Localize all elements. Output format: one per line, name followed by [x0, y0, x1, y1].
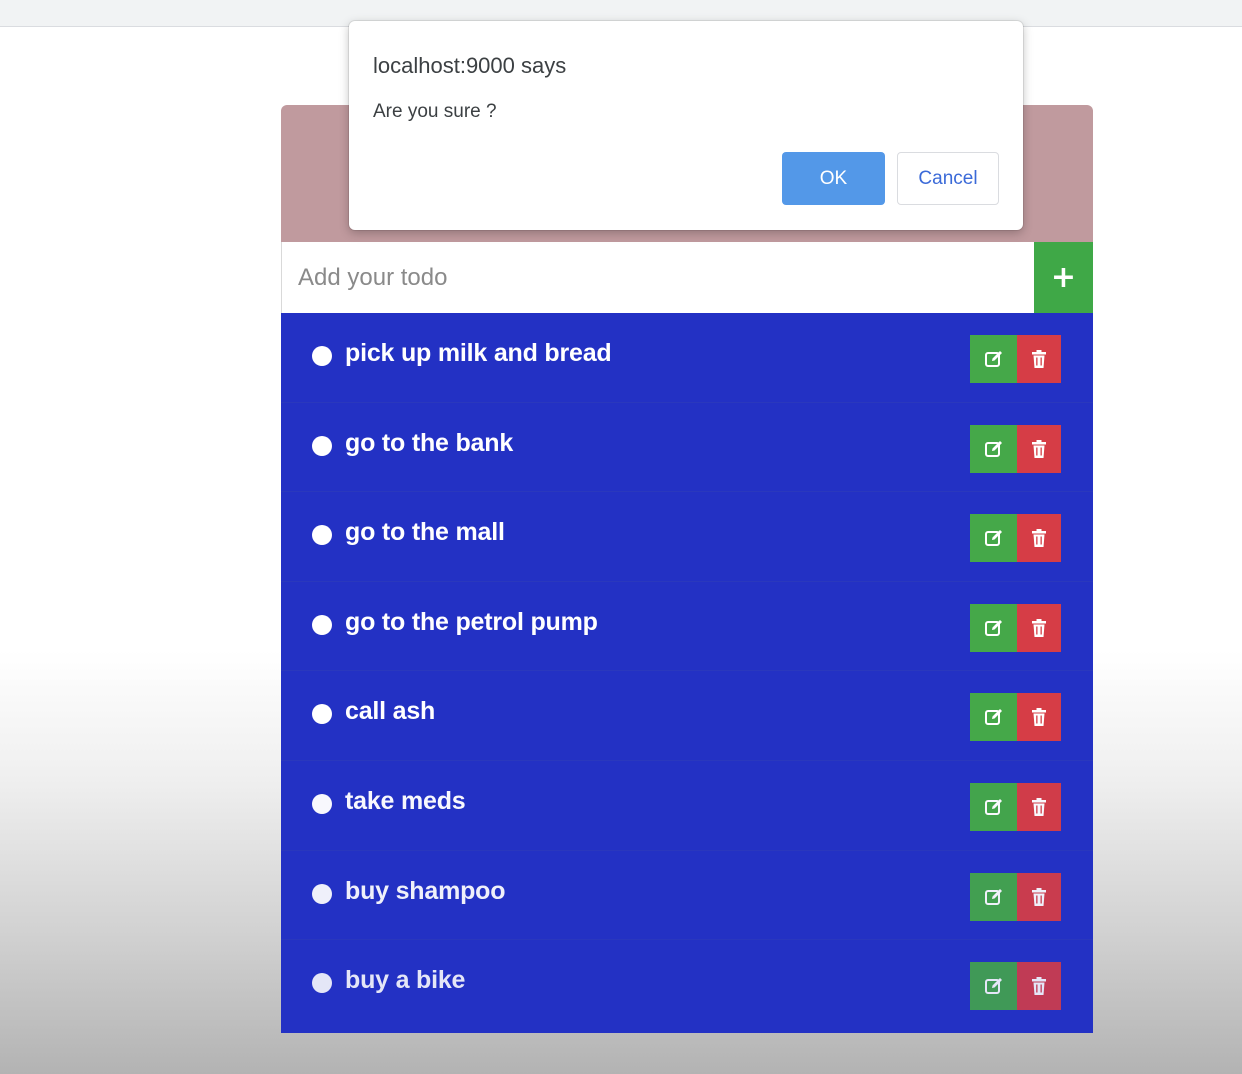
delete-button[interactable] [1017, 693, 1061, 742]
todo-text: call ash [345, 697, 436, 726]
todo-text: go to the bank [345, 428, 514, 457]
edit-button[interactable] [970, 782, 1017, 831]
trash-icon [1032, 887, 1046, 906]
edit-icon [984, 888, 1002, 905]
edit-button[interactable] [970, 693, 1017, 742]
item-actions [970, 693, 1061, 742]
bullet-icon [312, 346, 332, 366]
dialog-message: Are you sure ? [373, 101, 497, 122]
edit-button[interactable] [970, 962, 1017, 1011]
confirm-dialog: localhost:9000 says Are you sure ? OK Ca… [349, 21, 1023, 230]
trash-icon [1032, 439, 1046, 458]
edit-icon [984, 440, 1002, 457]
trash-icon [1032, 708, 1046, 727]
bullet-icon [312, 614, 332, 635]
todo-text: go to the mall [345, 518, 505, 547]
todo-item: go to the bank [281, 403, 1093, 493]
trash-icon [1032, 977, 1046, 996]
todo-item: buy a bike [281, 940, 1093, 1030]
bullet-icon [312, 435, 332, 456]
edit-button[interactable] [970, 872, 1017, 921]
todo-text: buy shampoo [345, 876, 506, 905]
bullet-icon [312, 525, 332, 546]
item-actions [970, 514, 1061, 563]
add-todo-button[interactable]: + [1034, 242, 1093, 313]
todo-text: take meds [345, 786, 466, 815]
plus-icon: + [1050, 260, 1077, 295]
delete-button[interactable] [1017, 424, 1061, 473]
item-actions [970, 782, 1061, 831]
edit-icon [984, 351, 1002, 367]
delete-button[interactable] [1017, 335, 1061, 383]
delete-button[interactable] [1017, 782, 1061, 831]
todo-text: go to the petrol pump [345, 607, 598, 636]
todo-item: go to the petrol pump [281, 582, 1093, 672]
item-actions [970, 335, 1061, 383]
delete-button[interactable] [1017, 603, 1061, 652]
ok-button[interactable]: OK [782, 152, 885, 205]
item-actions [970, 424, 1061, 473]
todo-app: + pick up milk and bread [281, 105, 1093, 1033]
todo-text: buy a bike [345, 966, 466, 995]
todo-list: pick up milk and bread go to the bank go… [281, 313, 1093, 1033]
todo-input[interactable] [281, 242, 1034, 313]
todo-item: call ash [281, 671, 1093, 761]
delete-button[interactable] [1017, 514, 1061, 563]
bullet-icon [312, 793, 332, 814]
edit-icon [984, 530, 1002, 547]
bullet-icon [312, 704, 332, 725]
delete-button[interactable] [1017, 962, 1061, 1011]
cancel-button[interactable]: Cancel [897, 152, 999, 205]
todo-item: take meds [281, 761, 1093, 851]
item-actions [970, 962, 1061, 1011]
trash-icon [1032, 529, 1046, 548]
bullet-icon [312, 883, 332, 904]
edit-button[interactable] [970, 424, 1017, 473]
dialog-title: localhost:9000 says [373, 53, 567, 78]
edit-icon [984, 978, 1002, 995]
edit-icon [984, 709, 1002, 726]
todo-text: pick up milk and bread [345, 339, 612, 367]
todo-item: pick up milk and bread [281, 313, 1093, 403]
bullet-icon [312, 973, 332, 994]
delete-button[interactable] [1017, 872, 1061, 921]
todo-item: go to the mall [281, 492, 1093, 582]
item-actions [970, 603, 1061, 652]
trash-icon [1032, 797, 1046, 816]
trash-icon [1032, 618, 1046, 637]
edit-button[interactable] [970, 514, 1017, 563]
edit-icon [984, 798, 1002, 815]
edit-icon [984, 619, 1002, 636]
edit-button[interactable] [970, 603, 1017, 652]
todo-input-row: + [281, 242, 1093, 313]
trash-icon [1032, 350, 1046, 368]
item-actions [970, 872, 1061, 921]
edit-button[interactable] [970, 335, 1017, 383]
todo-item: buy shampoo [281, 851, 1093, 941]
